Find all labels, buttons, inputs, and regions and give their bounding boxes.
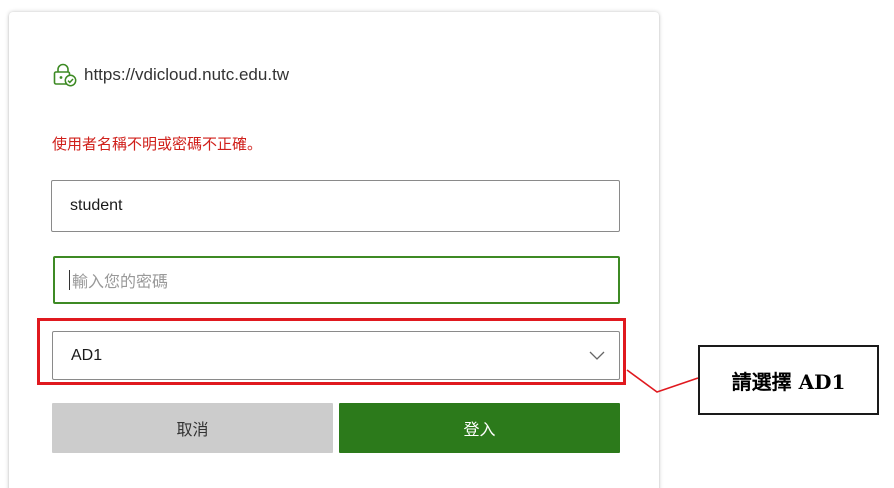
callout-text: 請選擇 AD1 (731, 369, 846, 394)
error-message: 使用者名稱不明或密碼不正確。 (52, 136, 263, 153)
cancel-button-label: 取消 (176, 422, 209, 439)
username-field[interactable]: student (51, 180, 620, 232)
site-identity: https://vdicloud.nutc.edu.tw (52, 62, 289, 88)
site-url: https://vdicloud.nutc.edu.tw (84, 65, 290, 84)
password-placeholder: 輸入您的密碼 (72, 274, 169, 291)
username-value: student (70, 197, 123, 214)
password-field[interactable]: 輸入您的密碼 (53, 256, 620, 304)
text-cursor (69, 270, 70, 290)
domain-highlight-box (37, 318, 626, 385)
cancel-button[interactable]: 取消 (52, 403, 333, 453)
page: https://vdicloud.nutc.edu.tw 使用者名稱不明或密碼不… (0, 0, 894, 488)
login-button-label: 登入 (463, 422, 496, 439)
instruction-callout: 請選擇 AD1 (698, 345, 879, 415)
lock-check-icon (53, 63, 77, 87)
login-button[interactable]: 登入 (339, 403, 620, 453)
